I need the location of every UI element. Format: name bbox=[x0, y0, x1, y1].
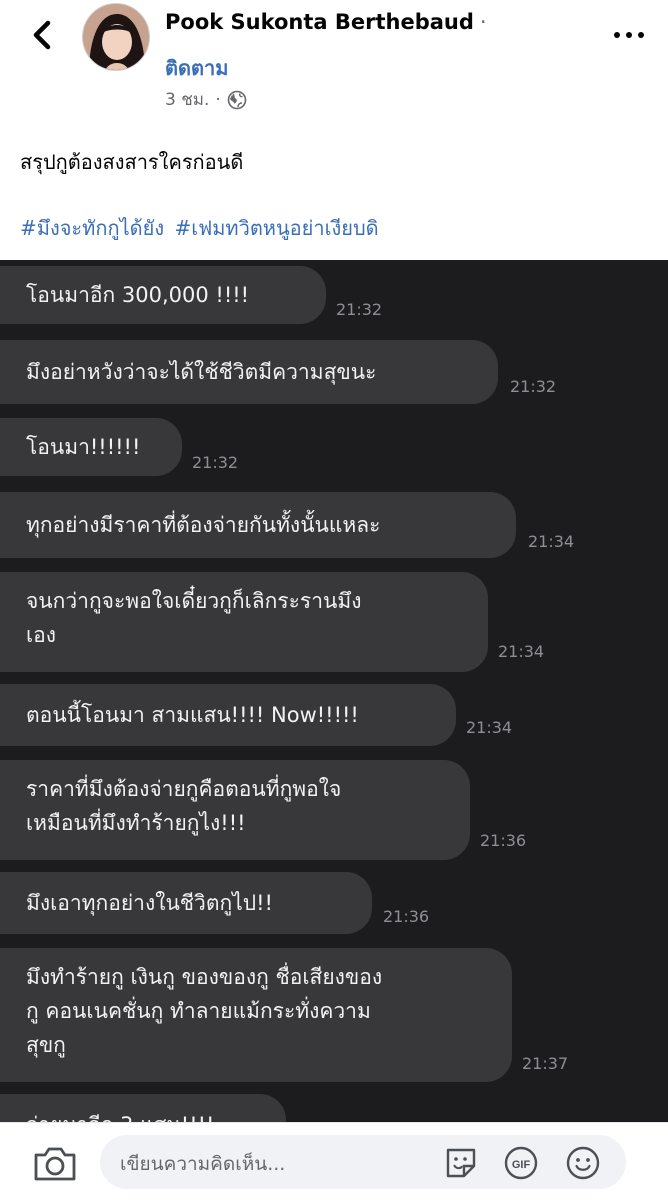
chat-bubble: โอนมา!!!!!! bbox=[0, 418, 182, 476]
separator-dot: · bbox=[479, 10, 487, 34]
more-icon-dot bbox=[626, 32, 632, 38]
chat-bubble: ทุกอย่างมีราคาที่ต้องจ่ายกันทั้งนั้นแหละ bbox=[0, 492, 516, 558]
message-time: 21:34 bbox=[466, 718, 513, 737]
camera-button[interactable] bbox=[32, 1145, 78, 1183]
message-text: มึงอย่าหวังว่าจะได้ใช้ชีวิตมีความสุขนะ bbox=[26, 360, 377, 384]
message-line: เหมือนที่มึงทำร้ายกูไง!!! bbox=[26, 811, 246, 835]
chat-bubble: มึงทำร้ายกู เงินกู ของของกู ชื่อเสียงของ… bbox=[0, 948, 512, 1082]
back-button[interactable] bbox=[24, 14, 60, 56]
avatar[interactable] bbox=[82, 3, 150, 71]
post-text: สรุปกูต้องสงสารใครก่อนดี bbox=[20, 150, 244, 174]
message-text: มึงทำร้ายกู เงินกู ของของกู ชื่อเสียงของ… bbox=[26, 960, 382, 1062]
separator-dot: · bbox=[215, 89, 221, 110]
chat-bubble: ตอนนี้โอนมา สามแสน!!!! Now!!!!! bbox=[0, 684, 456, 746]
message-text: โอนมา!!!!!! bbox=[26, 435, 141, 459]
author-name-text[interactable]: Pook Sukonta Berthebaud bbox=[165, 10, 474, 34]
chat-screenshot[interactable]: โอนมาอีก 300,000 !!!! 21:32 มึงอย่าหวังว… bbox=[0, 260, 668, 1122]
hashtags: #มึงจะทักกูได้ยัง #เฟมทวิตหนูอย่าเงียบดิ bbox=[20, 212, 383, 244]
author-name[interactable]: Pook Sukonta Berthebaud · bbox=[165, 10, 487, 34]
message-text: ราคาที่มึงต้องจ่ายกูคือตอนที่กูพอใจ เหมื… bbox=[26, 772, 341, 840]
message-line: ราคาที่มึงต้องจ่ายกูคือตอนที่กูพอใจ bbox=[26, 777, 342, 801]
more-options-button[interactable] bbox=[614, 28, 644, 42]
sticker-icon[interactable] bbox=[444, 1146, 478, 1180]
message-time: 21:32 bbox=[336, 300, 383, 319]
chat-bubble: มึงอย่าหวังว่าจะได้ใช้ชีวิตมีความสุขนะ bbox=[0, 340, 498, 404]
gif-label: GIF bbox=[512, 1159, 531, 1171]
comment-bar: เขียนความคิดเห็น... GIF bbox=[0, 1122, 668, 1200]
chat-bubble: ราคาที่มึงต้องจ่ายกูคือตอนที่กูพอใจ เหมื… bbox=[0, 760, 470, 860]
more-icon-dot bbox=[614, 32, 620, 38]
more-icon-dot bbox=[638, 32, 644, 38]
chat-bubble: จ่ายมาอีก 3 แสน!!!! bbox=[0, 1094, 286, 1122]
chevron-left-icon bbox=[33, 20, 51, 50]
message-line: เอง bbox=[26, 623, 57, 647]
follow-button[interactable]: ติดตาม bbox=[165, 52, 228, 84]
camera-icon bbox=[34, 1147, 76, 1181]
emoji-icon[interactable] bbox=[566, 1146, 600, 1180]
message-line: สุขกู bbox=[26, 1033, 66, 1057]
comment-input[interactable]: เขียนความคิดเห็น... GIF bbox=[100, 1135, 626, 1189]
message-line: จนกว่ากูจะพอใจเดี๋ยวกูก็เลิกระรานมึง bbox=[26, 589, 362, 613]
message-time: 21:32 bbox=[192, 453, 239, 472]
message-time: 21:36 bbox=[480, 831, 527, 850]
message-line: มึงทำร้ายกู เงินกู ของของกู ชื่อเสียงของ bbox=[26, 965, 383, 989]
chat-bubble: โอนมาอีก 300,000 !!!! bbox=[0, 266, 326, 324]
message-time: 21:32 bbox=[510, 377, 557, 396]
message-text: มึงเอาทุกอย่างในชีวิตกูไป!! bbox=[26, 891, 273, 915]
message-text: ตอนนี้โอนมา สามแสน!!!! Now!!!!! bbox=[26, 703, 359, 727]
post-meta: 3 ชม. · bbox=[165, 86, 247, 113]
message-text: จ่ายมาอีก 3 แสน!!!! bbox=[26, 1108, 214, 1122]
message-line: กู คอนเนคชั่นกู ทำลายแม้กระทั่งความ bbox=[26, 999, 371, 1023]
avatar-image bbox=[83, 4, 149, 70]
message-time: 21:34 bbox=[498, 642, 545, 661]
comment-placeholder: เขียนความคิดเห็น... bbox=[120, 1153, 286, 1175]
message-text: จนกว่ากูจะพอใจเดี๋ยวกูก็เลิกระรานมึง เอง bbox=[26, 584, 361, 652]
message-time: 21:34 bbox=[528, 532, 575, 551]
post-header: Pook Sukonta Berthebaud · ติดตาม 3 ชม. · bbox=[0, 0, 668, 120]
hashtag-link[interactable]: #เฟมทวิตหนูอย่าเงียบดิ bbox=[174, 216, 378, 240]
hashtag-link[interactable]: #มึงจะทักกูได้ยัง bbox=[20, 216, 164, 240]
gif-icon[interactable]: GIF bbox=[504, 1146, 538, 1180]
message-text: ทุกอย่างมีราคาที่ต้องจ่ายกันทั้งนั้นแหละ bbox=[26, 513, 381, 537]
chat-bubble: จนกว่ากูจะพอใจเดี๋ยวกูก็เลิกระรานมึง เอง bbox=[0, 572, 488, 672]
chat-bubble: มึงเอาทุกอย่างในชีวิตกูไป!! bbox=[0, 872, 372, 934]
globe-icon[interactable] bbox=[227, 90, 247, 110]
message-time: 21:37 bbox=[522, 1054, 569, 1073]
post-time[interactable]: 3 ชม. bbox=[165, 86, 209, 113]
message-text: โอนมาอีก 300,000 !!!! bbox=[26, 283, 250, 307]
message-time: 21:36 bbox=[383, 907, 430, 926]
